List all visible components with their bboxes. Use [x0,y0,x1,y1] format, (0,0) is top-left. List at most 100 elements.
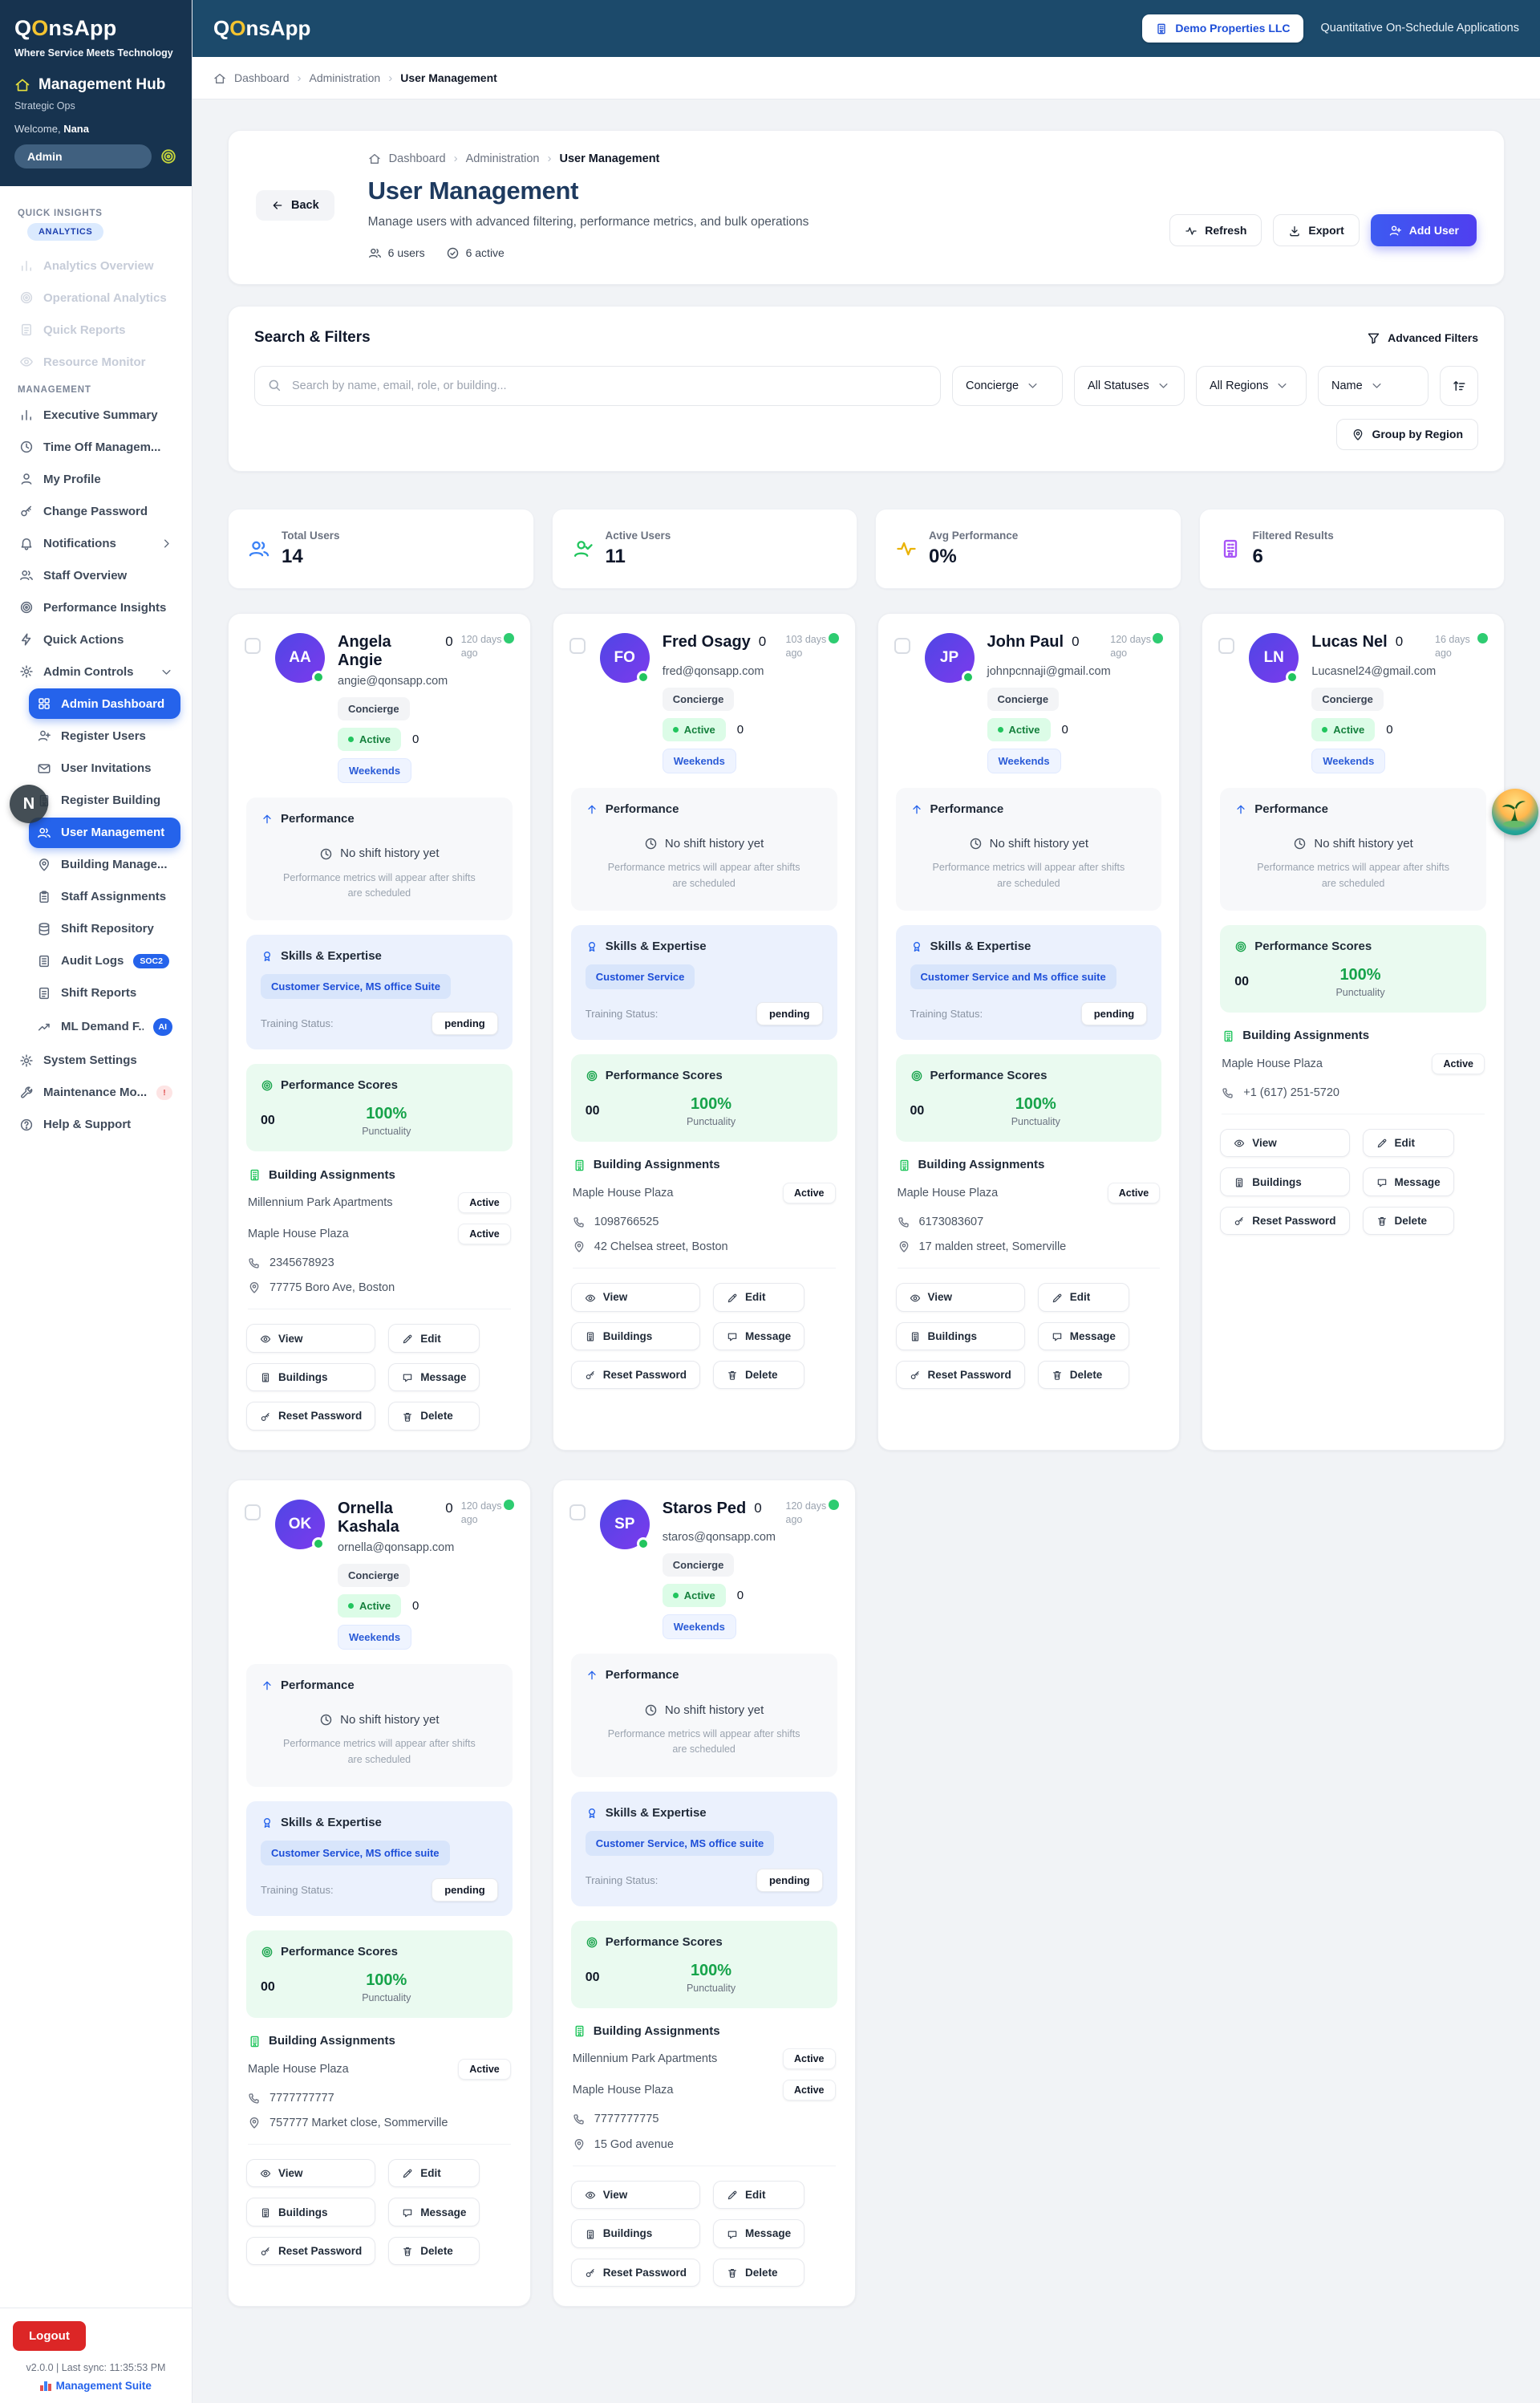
back-button[interactable]: Back [256,190,334,221]
sort-direction-button[interactable] [1440,366,1478,406]
sidebar-item-ml-demand-f[interactable]: ML Demand F...AI [29,1010,180,1044]
view-button[interactable]: View [246,2159,375,2187]
status-filter-select[interactable]: All Statuses [1074,366,1185,406]
add-user-button[interactable]: Add User [1371,214,1477,246]
refresh-button[interactable]: Refresh [1169,214,1262,246]
message-button[interactable]: Message [713,2219,804,2247]
sidebar-item-executive-summary[interactable]: Executive Summary [11,400,180,430]
score-metric-label: Punctuality [1249,987,1472,998]
sidebar-item-admin-controls[interactable]: Admin Controls [11,656,180,687]
sidebar-item-shift-repository[interactable]: Shift Repository [29,914,180,944]
sidebar-item-change-password[interactable]: Change Password [11,496,180,526]
schedule-pill: Weekends [338,758,411,783]
reset-password-button[interactable]: Reset Password [246,2237,375,2265]
view-button[interactable]: View [1220,1129,1349,1157]
role-filter-select[interactable]: Concierge [952,366,1063,406]
sidebar-item-staff-overview[interactable]: Staff Overview [11,560,180,591]
status-count: 0 [737,1589,744,1602]
sidebar-item-admin-dashboard[interactable]: Admin Dashboard [29,688,180,719]
edit-button[interactable]: Edit [1363,1129,1454,1157]
sidebar-item-staff-assignments[interactable]: Staff Assignments [29,882,180,912]
trend-icon [37,1020,51,1034]
sidebar-item-quick-actions[interactable]: Quick Actions [11,624,180,655]
message-button[interactable]: Message [713,1322,804,1350]
message-button[interactable]: Message [1363,1167,1454,1195]
sidebar-item-notifications[interactable]: Notifications [11,528,180,558]
reset-password-button[interactable]: Reset Password [1220,1207,1349,1235]
sidebar-item-shift-reports[interactable]: Shift Reports [29,978,180,1009]
status-pill: Active [338,728,401,751]
logout-button[interactable]: Logout [13,2321,86,2351]
view-button[interactable]: View [571,2181,700,2209]
select-user-checkbox[interactable] [894,638,910,654]
org-switcher-button[interactable]: Demo Properties LLC [1142,14,1303,43]
phone-number: 7777777775 [594,2113,659,2125]
select-user-checkbox[interactable] [1218,638,1234,654]
buildings-button[interactable]: Buildings [246,1363,375,1391]
sort-field-select[interactable]: Name [1318,366,1429,406]
delete-button[interactable]: Delete [713,2259,804,2287]
message-button[interactable]: Message [1038,1322,1129,1350]
buildings-button[interactable]: Buildings [571,2219,700,2247]
delete-button[interactable]: Delete [1363,1207,1454,1235]
group-by-region-button[interactable]: Group by Region [1336,419,1478,450]
edit-button[interactable]: Edit [713,2181,804,2209]
soc2-badge: SOC2 [133,954,169,968]
management-suite-link[interactable]: Management Suite [13,2380,179,2392]
sidebar-item-building-manage[interactable]: Building Manage... [29,850,180,880]
breadcrumb-item-dashboard[interactable]: Dashboard [389,152,446,165]
edit-button[interactable]: Edit [713,1283,804,1311]
buildings-title: Building Assignments [918,1158,1045,1171]
select-user-checkbox[interactable] [245,1504,261,1520]
building-icon [260,2206,271,2218]
sidebar-item-help-support[interactable]: Help & Support [11,1110,180,1140]
sidebar-item-performance-insights[interactable]: Performance Insights [11,592,180,623]
island-sticker[interactable] [1492,789,1538,835]
sidebar-item-maintenance-mo[interactable]: Maintenance Mo...! [11,1078,180,1108]
breadcrumb-item-dashboard[interactable]: Dashboard [234,71,290,84]
search-input[interactable] [254,366,941,406]
clock-icon [1293,837,1307,851]
sidebar-item-register-users[interactable]: Register Users [29,720,180,751]
sidebar-item-system-settings[interactable]: System Settings [11,1045,180,1076]
edit-button[interactable]: Edit [1038,1283,1129,1311]
view-button[interactable]: View [246,1324,375,1352]
breadcrumb-item-administration[interactable]: Administration [466,152,540,165]
sidebar-item-user-invitations[interactable]: User Invitations [29,753,180,783]
buildings-title: Building Assignments [269,1168,395,1182]
delete-button[interactable]: Delete [388,1402,480,1430]
select-user-checkbox[interactable] [245,638,261,654]
reset-password-button[interactable]: Reset Password [571,1361,700,1389]
view-button[interactable]: View [571,1283,700,1311]
message-button[interactable]: Message [388,2198,480,2226]
reset-password-button[interactable]: Reset Password [246,1402,375,1430]
select-user-checkbox[interactable] [569,638,586,654]
sidebar-item-time-off-managem[interactable]: Time Off Managem... [11,432,180,462]
buildings-button[interactable]: Buildings [896,1322,1025,1350]
sidebar-item-my-profile[interactable]: My Profile [11,464,180,494]
advanced-filters-button[interactable]: Advanced Filters [1367,331,1478,345]
sidebar-item-audit-logs[interactable]: Audit LogsSOC2 [29,946,180,976]
training-status-value: pending [756,1869,823,1892]
edit-button[interactable]: Edit [388,2159,480,2187]
edit-button[interactable]: Edit [388,1324,480,1352]
buildings-button[interactable]: Buildings [246,2198,375,2226]
export-button[interactable]: Export [1273,214,1359,246]
floating-avatar-bubble[interactable]: N [10,785,48,823]
reset-password-button[interactable]: Reset Password [896,1361,1025,1389]
reset-password-button[interactable]: Reset Password [571,2259,700,2287]
sidebar-item-user-management[interactable]: User Management [29,818,180,848]
message-button[interactable]: Message [388,1363,480,1391]
region-filter-select[interactable]: All Regions [1196,366,1307,406]
select-user-checkbox[interactable] [569,1504,586,1520]
delete-button[interactable]: Delete [1038,1361,1129,1389]
breadcrumb-item-administration[interactable]: Administration [310,71,381,84]
delete-button[interactable]: Delete [388,2237,480,2265]
sidebar-item-register-building[interactable]: Register Building [29,785,180,816]
delete-button[interactable]: Delete [713,1361,804,1389]
sidebar-footer: Logout v2.0.0 | Last sync: 11:35:53 PM M… [0,2308,192,2403]
view-button[interactable]: View [896,1283,1025,1311]
buildings-button[interactable]: Buildings [1220,1167,1349,1195]
training-status-label: Training Status: [586,1874,659,1886]
buildings-button[interactable]: Buildings [571,1322,700,1350]
